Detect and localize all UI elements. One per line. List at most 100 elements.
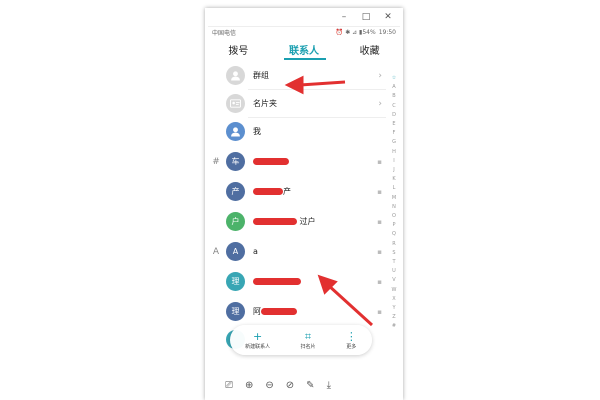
list-item-contact[interactable]: # 车 ▪ <box>208 148 386 175</box>
index-letter[interactable]: J <box>393 166 394 175</box>
index-letter[interactable]: M <box>392 194 396 203</box>
index-letter[interactable]: I <box>393 157 394 166</box>
index-letter[interactable]: K <box>392 175 395 184</box>
close-button[interactable]: ✕ <box>383 12 393 22</box>
contact-list[interactable]: 群组 › 名片夹 › 我 # 车 ▪ 产 产 ▪ 户 过户 ▪ A A a ▪ … <box>208 60 400 366</box>
scan-icon: ⌗ <box>304 329 312 343</box>
sim-icon: ▪ <box>377 217 382 226</box>
clock: 19:50 <box>378 29 396 36</box>
index-letter[interactable]: D <box>392 111 396 120</box>
avatar: 产 <box>226 182 245 201</box>
avatar: 理 <box>226 302 245 321</box>
index-letter[interactable]: W <box>392 286 397 295</box>
contact-name: 阿 <box>253 306 297 317</box>
card-icon <box>226 94 245 113</box>
alphabet-index[interactable]: ☆ A B C D E F G H I J K L M N O P Q R S T U V W X Y Z # <box>389 74 399 332</box>
section-header: # <box>212 156 220 167</box>
section-header: A <box>212 246 220 257</box>
download-icon[interactable]: ⤓ <box>327 380 331 391</box>
chevron-right-icon: › <box>378 70 382 81</box>
window-titlebar: – □ ✕ <box>205 8 403 26</box>
zoom-in-icon[interactable]: ⊕ <box>245 380 253 391</box>
contact-name-suffix: 产 <box>283 187 291 196</box>
list-item-contact[interactable]: A A a ▪ <box>208 238 386 265</box>
edit-icon[interactable]: ✎ <box>306 380 314 391</box>
index-letter[interactable]: L <box>393 184 396 193</box>
list-item-contact[interactable]: 理 ▪ <box>208 268 386 295</box>
emulator-toolbar: ⎚ ⊕ ⊖ ⊘ ✎ ⤓ <box>205 370 403 400</box>
tab-contacts[interactable]: 联系人 <box>283 40 325 59</box>
index-letter[interactable]: # <box>392 322 396 331</box>
contact-name: 我 <box>253 127 261 136</box>
tab-dialer[interactable]: 拨号 <box>222 40 254 59</box>
sim-icon: ▪ <box>377 277 382 286</box>
sim-icon: ▪ <box>377 307 382 316</box>
avatar: 户 <box>226 212 245 231</box>
action-bar: + 新建联系人 ⌗ 扫名片 ⋮ 更多 <box>230 325 372 355</box>
status-bar: 中国电信 ⏰ ✱ ⊿ ▮54% 19:50 <box>208 27 400 38</box>
index-letter[interactable]: E <box>392 120 395 129</box>
more-icon: ⋮ <box>345 329 357 343</box>
list-item-contact[interactable]: 理 阿 ▪ <box>208 298 386 325</box>
avatar: A <box>226 242 245 261</box>
index-letter[interactable]: Z <box>392 313 395 322</box>
index-letter[interactable]: R <box>392 240 395 249</box>
index-letter[interactable]: ☆ <box>392 74 396 83</box>
group-icon <box>226 66 245 85</box>
index-letter[interactable]: H <box>392 148 396 157</box>
sim-icon: ▪ <box>377 187 382 196</box>
screenshot-icon[interactable]: ⎚ <box>225 380 233 391</box>
avatar: 车 <box>226 152 245 171</box>
profile-icon <box>226 122 245 141</box>
minimize-button[interactable]: – <box>339 12 349 22</box>
maximize-button[interactable]: □ <box>361 12 371 22</box>
index-letter[interactable]: O <box>392 212 396 221</box>
phone-screen: 中国电信 ⏰ ✱ ⊿ ▮54% 19:50 拨号 联系人 收藏 群组 › 名片夹… <box>208 26 400 366</box>
new-contact-button[interactable]: + 新建联系人 <box>245 329 271 350</box>
status-indicators: ⏰ ✱ ⊿ ▮54% <box>335 29 376 36</box>
index-letter[interactable]: U <box>392 267 396 276</box>
scan-card-label: 扫名片 <box>300 343 316 350</box>
carrier-label: 中国电信 <box>212 30 237 37</box>
avatar: 理 <box>226 272 245 291</box>
contact-name: 过户 <box>253 216 316 227</box>
scan-card-button[interactable]: ⌗ 扫名片 <box>300 329 316 350</box>
plus-icon: + <box>253 329 263 343</box>
list-item-me[interactable]: 我 <box>208 118 386 145</box>
list-item-contact[interactable]: 户 过户 ▪ <box>208 208 386 235</box>
new-contact-label: 新建联系人 <box>245 343 271 350</box>
index-letter[interactable]: P <box>392 221 395 230</box>
list-item-contact[interactable]: 产 产 ▪ <box>208 178 386 205</box>
index-letter[interactable]: T <box>392 258 395 267</box>
tab-favorites[interactable]: 收藏 <box>354 40 386 59</box>
index-letter[interactable]: F <box>393 129 396 138</box>
rotate-icon[interactable]: ⊘ <box>286 380 294 391</box>
contact-name-redacted <box>253 277 301 286</box>
more-button[interactable]: ⋮ 更多 <box>345 329 357 350</box>
contact-name-suffix: 过户 <box>299 217 316 226</box>
sim-icon: ▪ <box>377 157 382 166</box>
more-label: 更多 <box>346 343 357 350</box>
index-letter[interactable]: Q <box>392 230 396 239</box>
index-letter[interactable]: S <box>392 249 395 258</box>
chevron-right-icon: › <box>378 98 382 109</box>
list-item-business-cards[interactable]: 名片夹 › <box>208 90 386 117</box>
tab-bar: 拨号 联系人 收藏 <box>208 38 400 60</box>
sim-icon: ▪ <box>377 247 382 256</box>
index-letter[interactable]: V <box>392 276 395 285</box>
index-letter[interactable]: Y <box>392 304 395 313</box>
zoom-out-icon[interactable]: ⊖ <box>265 380 273 391</box>
contact-name: 群组 <box>253 71 269 80</box>
contact-name: a <box>253 247 258 256</box>
index-letter[interactable]: A <box>392 83 395 92</box>
index-letter[interactable]: G <box>392 138 396 147</box>
index-letter[interactable]: X <box>392 295 395 304</box>
index-letter[interactable]: N <box>392 203 396 212</box>
emulator-window: – □ ✕ 中国电信 ⏰ ✱ ⊿ ▮54% 19:50 拨号 联系人 收藏 群组… <box>205 8 403 400</box>
contact-name-redacted <box>253 157 289 166</box>
list-item-groups[interactable]: 群组 › <box>208 62 386 89</box>
index-letter[interactable]: B <box>392 92 395 101</box>
index-letter[interactable]: C <box>392 102 396 111</box>
contact-name-prefix: 阿 <box>253 307 261 316</box>
contact-name: 名片夹 <box>253 99 277 108</box>
